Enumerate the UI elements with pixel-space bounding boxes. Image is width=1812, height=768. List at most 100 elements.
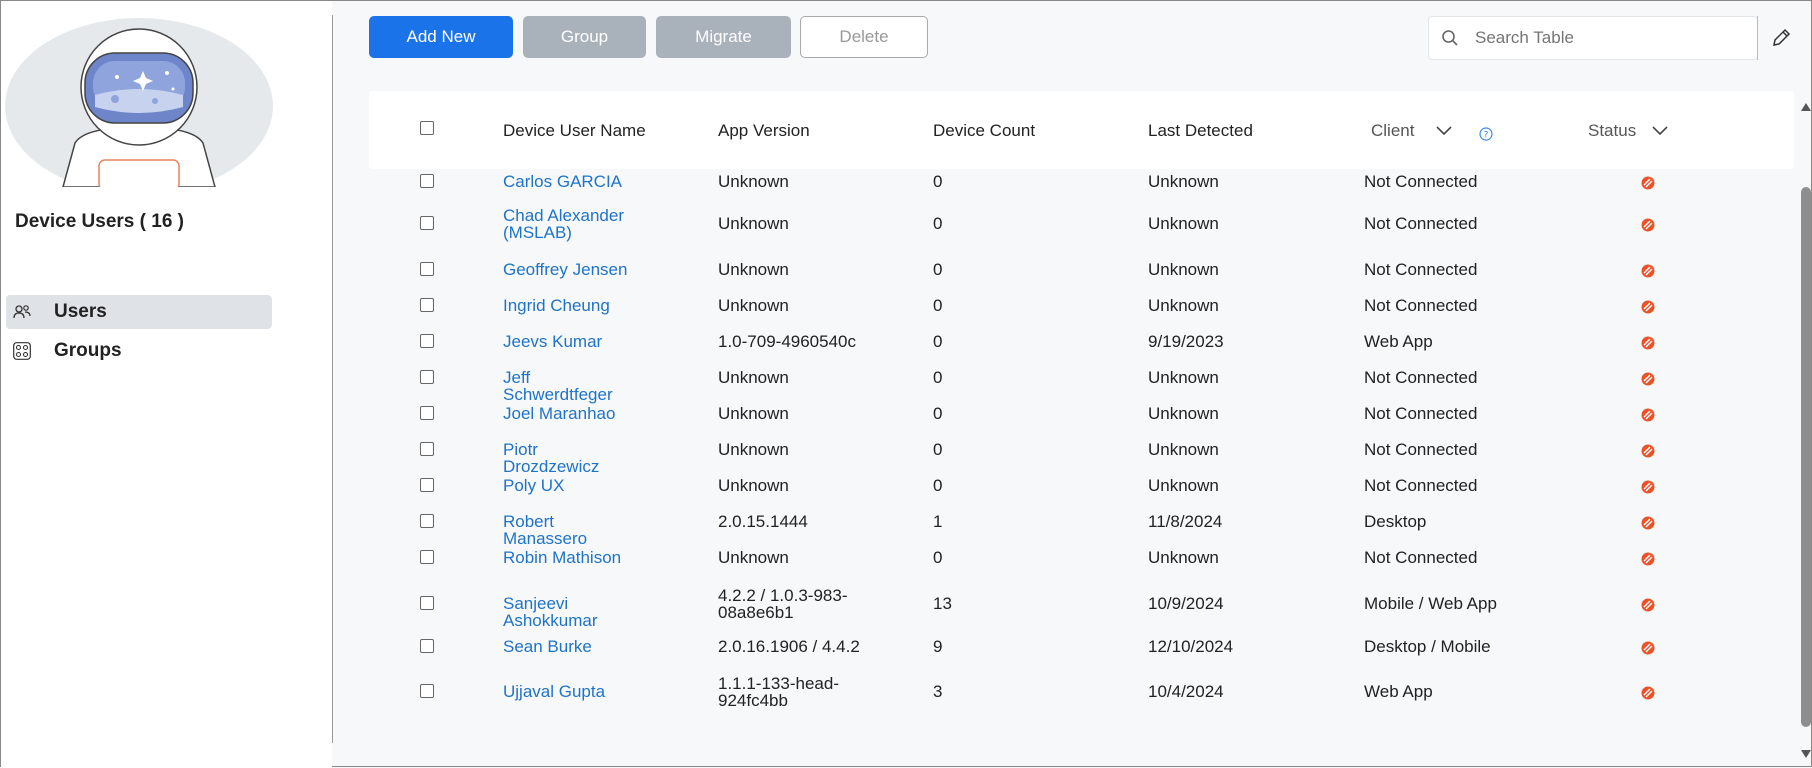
row-checkbox[interactable] (420, 174, 434, 188)
last-detected-cell: Unknown (1148, 548, 1219, 567)
device-count-cell: 1 (933, 512, 943, 531)
row-checkbox[interactable] (420, 550, 434, 564)
app-version-cell: Unknown (718, 214, 789, 233)
device-count-cell: 13 (933, 594, 952, 613)
column-header-client[interactable]: Client (1371, 121, 1414, 141)
client-cell: Not Connected (1364, 440, 1478, 459)
last-detected-cell: 10/4/2024 (1148, 682, 1224, 701)
client-cell: Not Connected (1364, 476, 1478, 495)
device-user-name-link[interactable]: Carlos GARCIA (503, 173, 633, 190)
migrate-button[interactable]: Migrate (656, 16, 791, 58)
pencil-icon (1773, 28, 1791, 46)
scrollbar-thumb[interactable] (1801, 187, 1811, 727)
help-icon[interactable]: ? (1479, 127, 1493, 141)
last-detected-cell: Unknown (1148, 368, 1219, 387)
row-checkbox[interactable] (420, 596, 434, 610)
client-cell: Web App (1364, 682, 1433, 701)
sidebar-item-groups[interactable]: Groups (6, 334, 272, 368)
client-cell: Not Connected (1364, 260, 1478, 279)
column-header-device-user-name[interactable]: Device User Name (503, 121, 646, 141)
last-detected-cell: Unknown (1148, 214, 1219, 233)
row-checkbox[interactable] (420, 334, 434, 348)
device-count-cell: 0 (933, 296, 943, 315)
sidebar-item-users[interactable]: Users (6, 295, 272, 329)
column-header-last-detected[interactable]: Last Detected (1148, 121, 1253, 141)
scroll-up-arrow[interactable] (1801, 103, 1811, 111)
not-connected-status-icon (1641, 598, 1655, 612)
device-user-name-link[interactable]: Jeff Schwerdtfeger (503, 369, 633, 403)
delete-button[interactable]: Delete (800, 16, 928, 58)
row-checkbox[interactable] (420, 684, 434, 698)
device-user-name-link[interactable]: Poly UX (503, 477, 633, 494)
last-detected-cell: 10/9/2024 (1148, 594, 1224, 613)
device-count-cell: 0 (933, 332, 943, 351)
app-version-cell: 1.0-709-4960540c (718, 332, 857, 351)
table-header: Device User Name App Version Device Coun… (369, 91, 1794, 169)
not-connected-status-icon (1641, 480, 1655, 494)
device-user-name-link[interactable]: Ingrid Cheung (503, 297, 633, 314)
device-user-name-link[interactable]: Sanjeevi Ashokkumar (503, 595, 633, 629)
column-header-app-version[interactable]: App Version (718, 121, 810, 141)
not-connected-status-icon (1641, 372, 1655, 386)
device-count-cell: 0 (933, 404, 943, 423)
scroll-down-arrow[interactable] (1801, 750, 1811, 758)
app-version-cell: 1.1.1-133-head-924fc4bb (718, 674, 839, 710)
device-users-count-title: Device Users ( 16 ) (15, 211, 184, 232)
device-user-name-link[interactable]: Jeevs Kumar (503, 333, 633, 350)
device-user-name-link[interactable]: Geoffrey Jensen (503, 261, 633, 278)
edit-columns-button[interactable] (1763, 21, 1799, 55)
app-version-cell: 2.0.16.1906 / 4.4.2 (718, 637, 860, 656)
client-chevron-down-icon[interactable] (1435, 125, 1453, 137)
row-checkbox[interactable] (420, 639, 434, 653)
row-checkbox[interactable] (420, 216, 434, 230)
select-all-checkbox[interactable] (420, 121, 434, 135)
column-header-device-count[interactable]: Device Count (933, 121, 1035, 141)
device-user-name-link[interactable]: Piotr Drozdzewicz (503, 441, 633, 475)
device-user-name-link[interactable]: Robert Manassero (503, 513, 633, 547)
row-checkbox[interactable] (420, 514, 434, 528)
last-detected-cell: 11/8/2024 (1148, 512, 1223, 531)
not-connected-status-icon (1641, 176, 1655, 190)
search-icon (1442, 30, 1458, 46)
client-cell: Web App (1364, 332, 1433, 351)
search-box (1428, 16, 1758, 60)
device-user-name-link[interactable]: Robin Mathison (503, 549, 633, 566)
client-cell: Desktop / Mobile (1364, 637, 1491, 656)
app-version-cell: Unknown (718, 260, 789, 279)
search-input[interactable] (1473, 27, 1697, 49)
add-new-button[interactable]: Add New (369, 16, 513, 58)
last-detected-cell: Unknown (1148, 296, 1219, 315)
device-count-cell: 0 (933, 172, 943, 191)
device-count-cell: 0 (933, 476, 943, 495)
not-connected-status-icon (1641, 300, 1655, 314)
device-user-name-link[interactable]: Ujjaval Gupta (503, 683, 633, 700)
row-checkbox[interactable] (420, 370, 434, 384)
app-version-cell: Unknown (718, 476, 789, 495)
app-version-cell: Unknown (718, 548, 789, 567)
not-connected-status-icon (1641, 516, 1655, 530)
astronaut-avatar (5, 18, 273, 187)
row-checkbox[interactable] (420, 262, 434, 276)
sidebar-item-label: Groups (54, 340, 122, 361)
row-checkbox[interactable] (420, 298, 434, 312)
not-connected-status-icon (1641, 641, 1655, 655)
client-cell: Not Connected (1364, 214, 1478, 233)
last-detected-cell: 12/10/2024 (1148, 637, 1234, 656)
client-cell: Not Connected (1364, 404, 1478, 423)
last-detected-cell: Unknown (1148, 476, 1219, 495)
app-version-cell: Unknown (718, 296, 789, 315)
not-connected-status-icon (1641, 336, 1655, 350)
row-checkbox[interactable] (420, 406, 434, 420)
status-chevron-down-icon[interactable] (1651, 125, 1669, 137)
column-header-status[interactable]: Status (1588, 121, 1636, 141)
device-user-name-link[interactable]: Joel Maranhao (503, 405, 633, 422)
groups-icon (12, 341, 32, 361)
app-version-cell: 2.0.15.1444 (718, 512, 808, 531)
row-checkbox[interactable] (420, 442, 434, 456)
device-user-name-link[interactable]: Chad Alexander (MSLAB) (503, 207, 633, 241)
device-user-name-link[interactable]: Sean Burke (503, 638, 633, 655)
app-version-cell: Unknown (718, 404, 789, 423)
last-detected-cell: Unknown (1148, 260, 1219, 279)
group-button[interactable]: Group (523, 16, 646, 58)
row-checkbox[interactable] (420, 478, 434, 492)
